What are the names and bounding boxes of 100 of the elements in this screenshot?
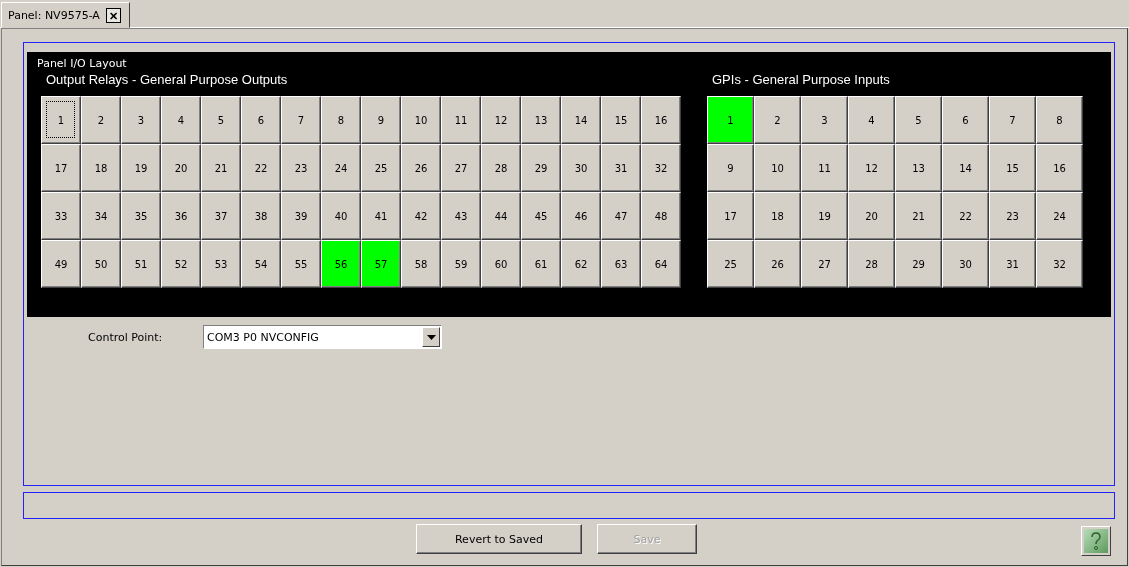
- relay-button[interactable]: 61: [521, 240, 561, 288]
- relay-button[interactable]: 28: [481, 144, 521, 192]
- relay-button[interactable]: 12: [848, 144, 895, 192]
- relay-button[interactable]: 19: [121, 144, 161, 192]
- relay-button[interactable]: 5: [895, 96, 942, 144]
- relay-button[interactable]: 62: [561, 240, 601, 288]
- relay-button[interactable]: 30: [942, 240, 989, 288]
- relay-button[interactable]: 36: [161, 192, 201, 240]
- relay-button[interactable]: 42: [401, 192, 441, 240]
- relay-button[interactable]: 9: [361, 96, 401, 144]
- relay-button[interactable]: 64: [641, 240, 681, 288]
- relay-button[interactable]: 56: [321, 240, 361, 288]
- relay-button[interactable]: 32: [1036, 240, 1083, 288]
- relay-button[interactable]: 16: [1036, 144, 1083, 192]
- relay-button[interactable]: 7: [989, 96, 1036, 144]
- relay-button[interactable]: 4: [848, 96, 895, 144]
- relay-button[interactable]: 23: [989, 192, 1036, 240]
- relay-button[interactable]: 40: [321, 192, 361, 240]
- relay-button[interactable]: 39: [281, 192, 321, 240]
- relay-button[interactable]: 21: [895, 192, 942, 240]
- relay-button[interactable]: 38: [241, 192, 281, 240]
- relay-button[interactable]: 50: [81, 240, 121, 288]
- relay-button[interactable]: 26: [754, 240, 801, 288]
- relay-button[interactable]: 20: [161, 144, 201, 192]
- relay-button[interactable]: 51: [121, 240, 161, 288]
- relay-button[interactable]: 3: [801, 96, 848, 144]
- relay-button[interactable]: 28: [848, 240, 895, 288]
- relay-button[interactable]: 19: [801, 192, 848, 240]
- relay-button[interactable]: 24: [321, 144, 361, 192]
- relay-button[interactable]: 44: [481, 192, 521, 240]
- help-button[interactable]: [1081, 526, 1111, 556]
- relay-button[interactable]: 8: [321, 96, 361, 144]
- relay-button[interactable]: 34: [81, 192, 121, 240]
- relay-button[interactable]: 14: [942, 144, 989, 192]
- relay-button[interactable]: 48: [641, 192, 681, 240]
- relay-button[interactable]: 18: [754, 192, 801, 240]
- relay-button[interactable]: 52: [161, 240, 201, 288]
- relay-button[interactable]: 17: [707, 192, 754, 240]
- relay-button[interactable]: 60: [481, 240, 521, 288]
- relay-button[interactable]: 33: [41, 192, 81, 240]
- relay-button[interactable]: 57: [361, 240, 401, 288]
- relay-button[interactable]: 2: [754, 96, 801, 144]
- relay-button[interactable]: 49: [41, 240, 81, 288]
- relay-button[interactable]: 11: [801, 144, 848, 192]
- relay-button[interactable]: 37: [201, 192, 241, 240]
- close-button[interactable]: ✕: [105, 7, 121, 23]
- relay-button[interactable]: 59: [441, 240, 481, 288]
- relay-button[interactable]: 25: [707, 240, 754, 288]
- relay-button[interactable]: 10: [754, 144, 801, 192]
- relay-button[interactable]: 13: [521, 96, 561, 144]
- relay-button[interactable]: 22: [942, 192, 989, 240]
- relay-button[interactable]: 27: [801, 240, 848, 288]
- relay-button[interactable]: 1: [707, 96, 754, 144]
- relay-button[interactable]: 29: [521, 144, 561, 192]
- relay-button[interactable]: 47: [601, 192, 641, 240]
- relay-button[interactable]: 16: [641, 96, 681, 144]
- control-point-dropdown[interactable]: COM3 P0 NVCONFIG: [203, 325, 442, 349]
- relay-button[interactable]: 27: [441, 144, 481, 192]
- relay-button[interactable]: 20: [848, 192, 895, 240]
- relay-button[interactable]: 43: [441, 192, 481, 240]
- relay-button[interactable]: 10: [401, 96, 441, 144]
- relay-button[interactable]: 30: [561, 144, 601, 192]
- relay-button[interactable]: 11: [441, 96, 481, 144]
- relay-button[interactable]: 63: [601, 240, 641, 288]
- relay-button[interactable]: 1: [41, 96, 81, 144]
- relay-button[interactable]: 3: [121, 96, 161, 144]
- relay-button[interactable]: 15: [601, 96, 641, 144]
- relay-button[interactable]: 25: [361, 144, 401, 192]
- relay-button[interactable]: 2: [81, 96, 121, 144]
- relay-button[interactable]: 13: [895, 144, 942, 192]
- relay-button[interactable]: 5: [201, 96, 241, 144]
- revert-button[interactable]: Revert to Saved: [416, 524, 582, 554]
- relay-button[interactable]: 6: [942, 96, 989, 144]
- relay-button[interactable]: 32: [641, 144, 681, 192]
- relay-button[interactable]: 18: [81, 144, 121, 192]
- relay-button[interactable]: 9: [707, 144, 754, 192]
- relay-button[interactable]: 4: [161, 96, 201, 144]
- relay-button[interactable]: 7: [281, 96, 321, 144]
- relay-button[interactable]: 29: [895, 240, 942, 288]
- relay-button[interactable]: 58: [401, 240, 441, 288]
- relay-button[interactable]: 22: [241, 144, 281, 192]
- relay-button[interactable]: 54: [241, 240, 281, 288]
- relay-button[interactable]: 26: [401, 144, 441, 192]
- relay-button[interactable]: 55: [281, 240, 321, 288]
- relay-button[interactable]: 6: [241, 96, 281, 144]
- relay-button[interactable]: 17: [41, 144, 81, 192]
- relay-button[interactable]: 8: [1036, 96, 1083, 144]
- relay-button[interactable]: 46: [561, 192, 601, 240]
- relay-button[interactable]: 12: [481, 96, 521, 144]
- relay-button[interactable]: 45: [521, 192, 561, 240]
- relay-button[interactable]: 53: [201, 240, 241, 288]
- relay-button[interactable]: 23: [281, 144, 321, 192]
- relay-button[interactable]: 14: [561, 96, 601, 144]
- panel-tab[interactable]: Panel: NV9575-A ✕: [1, 2, 130, 28]
- relay-button[interactable]: 31: [989, 240, 1036, 288]
- relay-button[interactable]: 21: [201, 144, 241, 192]
- relay-button[interactable]: 31: [601, 144, 641, 192]
- relay-button[interactable]: 35: [121, 192, 161, 240]
- relay-button[interactable]: 24: [1036, 192, 1083, 240]
- relay-button[interactable]: 41: [361, 192, 401, 240]
